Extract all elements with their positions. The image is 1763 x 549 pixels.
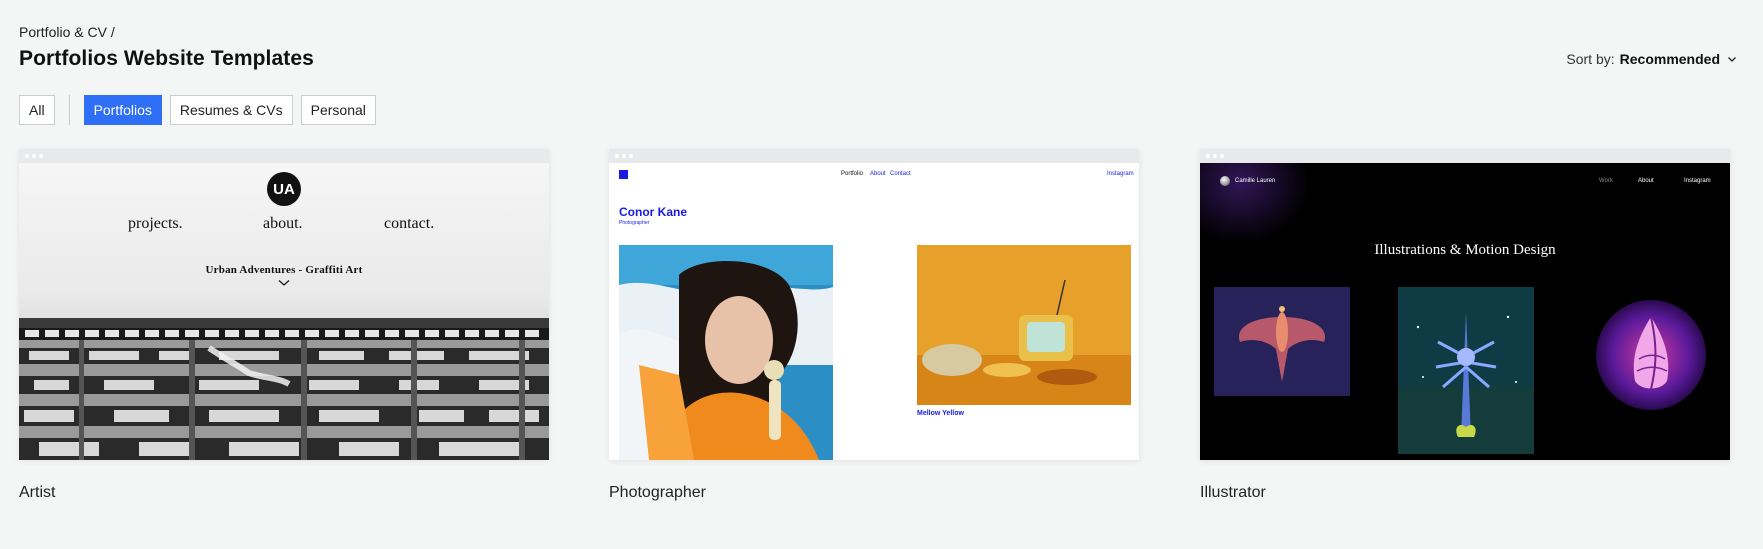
preview-nav-contact: contact. xyxy=(384,215,435,232)
preview-nav-about: About xyxy=(1638,178,1654,184)
template-card-photographer[interactable]: Portfolio About Contact Instagram Conor … xyxy=(609,149,1139,502)
chevron-down-icon xyxy=(1728,57,1736,62)
filter-portfolios[interactable]: Portfolios xyxy=(83,95,162,125)
template-preview[interactable]: Camille Lauren Work About Instagram Illu… xyxy=(1200,149,1730,460)
filter-divider xyxy=(68,95,70,125)
still-life-photo xyxy=(917,245,1131,405)
ua-logo: UA xyxy=(267,172,301,206)
sea-creature-illustration xyxy=(1398,287,1534,454)
manta-illustration xyxy=(1214,287,1350,396)
page-title: Portfolios Website Templates xyxy=(19,47,314,70)
preview-nav-work: Work xyxy=(1599,178,1613,184)
preview-nav-projects: projects. xyxy=(128,215,183,232)
portrait-photo xyxy=(619,245,833,460)
preview-nav-instagram: Instagram xyxy=(1684,178,1711,184)
template-name[interactable]: Photographer xyxy=(609,484,1139,502)
glow-decoration xyxy=(1200,163,1310,243)
template-preview[interactable]: Portfolio About Contact Instagram Conor … xyxy=(609,149,1139,460)
breadcrumb-link-portfolio-cv[interactable]: Portfolio & CV xyxy=(19,24,107,40)
breadcrumb: Portfolio & CV / xyxy=(19,24,115,40)
breadcrumb-separator: / xyxy=(110,24,115,40)
photographer-logo xyxy=(619,170,628,179)
preview-nav-portfolio: Portfolio xyxy=(841,171,864,177)
sort-value: Recommended xyxy=(1619,51,1720,67)
preview-subtitle: Urban Adventures - Graffiti Art xyxy=(205,264,363,276)
template-preview[interactable]: UA projects. about. contact. Urban Adven… xyxy=(19,149,549,460)
shell-illustration xyxy=(1596,300,1706,410)
preview-role: Photographer xyxy=(619,220,650,226)
template-card-artist[interactable]: UA projects. about. contact. Urban Adven… xyxy=(19,149,549,502)
filter-personal[interactable]: Personal xyxy=(300,95,376,125)
preview-heading: Conor Kane xyxy=(619,205,688,219)
filter-resumes-cvs[interactable]: Resumes & CVs xyxy=(169,95,293,125)
illustrator-preview-screenshot: Camille Lauren Work About Instagram Illu… xyxy=(1200,163,1730,460)
filter-all[interactable]: All xyxy=(19,95,55,125)
photographer-preview-screenshot: Portfolio About Contact Instagram Conor … xyxy=(609,163,1139,460)
template-card-illustrator[interactable]: Camille Lauren Work About Instagram Illu… xyxy=(1200,149,1730,502)
preview-heading: Illustrations & Motion Design xyxy=(1374,242,1556,258)
avatar xyxy=(1220,176,1230,186)
preview-nav-about: about. xyxy=(263,215,303,232)
template-name[interactable]: Illustrator xyxy=(1200,484,1730,502)
category-filters: All Portfolios Resumes & CVs Personal xyxy=(19,95,376,125)
chevron-down-icon xyxy=(278,280,290,286)
building-photo xyxy=(19,318,549,460)
preview-author: Camille Lauren xyxy=(1235,178,1276,184)
sort-label: Sort by: xyxy=(1566,51,1615,67)
preview-nav-instagram: Instagram xyxy=(1107,171,1134,177)
sort-dropdown[interactable]: Sort by: Recommended xyxy=(1566,51,1737,67)
preview-nav-about: About xyxy=(870,171,886,177)
browser-bar xyxy=(19,149,549,163)
preview-nav-contact: Contact xyxy=(890,171,911,177)
browser-bar xyxy=(1200,149,1730,163)
artist-preview-screenshot: UA projects. about. contact. Urban Adven… xyxy=(19,163,549,460)
browser-bar xyxy=(609,149,1139,163)
preview-caption: Mellow Yellow xyxy=(917,410,964,417)
template-name[interactable]: Artist xyxy=(19,484,549,502)
